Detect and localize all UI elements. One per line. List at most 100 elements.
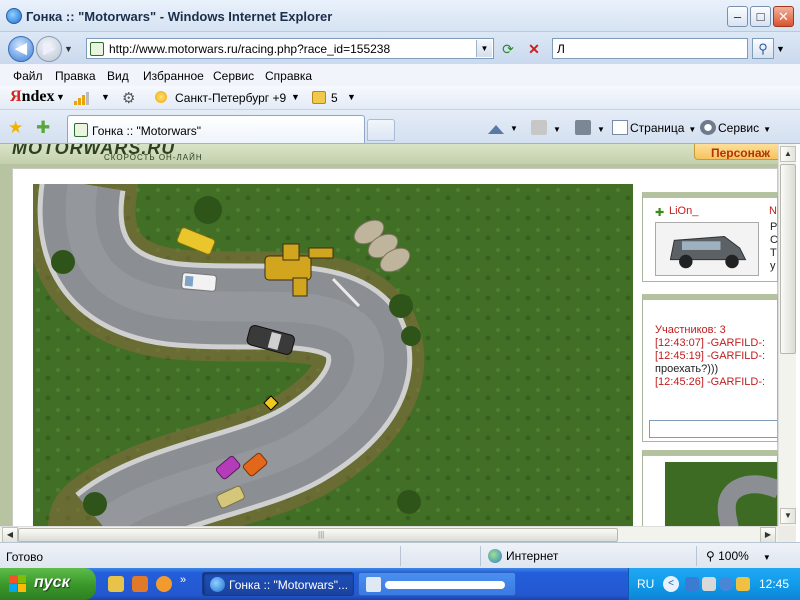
status-bar: Готово Интернет ⚲ 100% ▼ [0,542,800,568]
user-name[interactable]: LiOn_ [669,205,698,217]
quicklaunch-more-icon[interactable]: » [180,574,186,586]
search-input[interactable]: Л [552,38,748,59]
system-tray: RU < 12:45 [628,568,800,600]
recent-pages-dropdown-icon[interactable]: ▼ [64,44,73,54]
scroll-corner [778,526,796,542]
print-button[interactable]: ▼ [575,120,605,135]
scroll-up-icon[interactable]: ▲ [780,146,796,162]
scroll-right-icon[interactable]: ▶ [760,527,776,543]
tools-gear-icon [700,120,716,135]
zoom-level[interactable]: ⚲ 100% ▼ [706,549,771,563]
menu-favorites[interactable]: Избранное [143,69,204,83]
vertical-scrollbar[interactable]: ▲ ▼ [778,144,796,526]
close-button[interactable]: ✕ [773,6,794,27]
page-viewport[interactable]: MOTORWARS.RU СКОРОСТЬ ОН-ЛАЙН Персонаж ✚… [0,144,778,526]
user-car-image[interactable] [655,222,759,276]
security-zone[interactable]: Интернет [488,549,558,563]
language-indicator[interactable]: RU [637,577,654,591]
tray-info-icon[interactable] [719,577,733,591]
menu-bar: Файл Правка Вид Избранное Сервис Справка [0,64,800,86]
maximize-button[interactable]: □ [750,6,771,27]
chat-input[interactable] [649,420,777,438]
user-plus-icon[interactable]: ✚ [655,206,664,219]
home-button[interactable]: ▼ [488,120,518,134]
yandex-logo[interactable]: Яndex [10,88,54,106]
tab-label: Гонка :: "Motorwars" [92,124,202,138]
gear-icon[interactable]: ⚙ [122,89,135,107]
tray-power-icon[interactable] [736,577,750,591]
menu-help[interactable]: Справка [265,69,312,83]
clock: 12:45 [759,577,790,591]
menu-view[interactable]: Вид [107,69,129,83]
window-title: Гонка :: "Motorwars" - Windows Internet … [26,9,333,24]
scroll-left-icon[interactable]: ◀ [2,527,18,543]
user-card: ✚ LiOn_ N Р С Т у [642,192,778,282]
tray-expand-icon[interactable]: < [663,576,679,592]
tab-bar: ★ ✚ Гонка :: "Motorwars" ▼ ▼ ▼ Страница ▼… [0,110,800,144]
weather-text[interactable]: Санкт-Петербург +9 [175,91,286,105]
signal-bars-icon[interactable] [74,91,90,105]
search-options-dropdown-icon[interactable]: ▼ [776,44,785,54]
signal-dropdown-icon[interactable]: ▼ [101,92,110,102]
window-task-icon [366,577,381,592]
race-game-canvas[interactable] [33,184,633,526]
title-bar: Гонка :: "Motorwars" - Windows Internet … [0,0,800,32]
forward-button[interactable]: ▶ [36,36,62,62]
zoom-icon: ⚲ [706,549,719,563]
quicklaunch-firefox-icon[interactable] [132,576,148,592]
vertical-scroll-thumb[interactable] [780,164,796,354]
site-tagline: СКОРОСТЬ ОН-ЛАЙН [104,153,203,162]
back-button[interactable]: ◀ [8,36,34,62]
feeds-button[interactable]: ▼ [531,120,561,135]
user-flag-letter: N [769,205,777,217]
add-favorite-icon[interactable]: ✚ [36,118,50,138]
yandex-menu-dropdown-icon[interactable]: ▼ [56,92,65,102]
horizontal-scrollbar[interactable]: ◀ ||| ▶ [0,526,778,543]
quicklaunch-browser-icon[interactable] [156,576,172,592]
mail-icon[interactable] [312,91,326,104]
home-dropdown-icon: ▼ [510,124,518,133]
stop-button[interactable]: ✕ [524,40,544,58]
tools-menu-button[interactable]: Сервис ▼ [700,120,771,135]
page-menu-button[interactable]: Страница ▼ [612,120,696,135]
address-dropdown-icon[interactable]: ▼ [476,40,492,57]
tools-dropdown-icon: ▼ [763,125,772,134]
menu-tools[interactable]: Сервис [213,69,254,83]
chat-line: проехать?))) [655,363,719,375]
new-tab-button[interactable] [367,119,395,141]
chat-line: [12:43:07] -GARFILD-: [655,337,766,349]
track-minimap[interactable] [642,450,778,526]
minimize-button[interactable]: – [727,6,748,27]
start-button[interactable]: пуск [0,568,96,600]
refresh-button[interactable]: ⟳ [498,40,518,58]
chat-participants: Участников: 3 [655,324,726,336]
tray-network-icon[interactable] [685,577,699,591]
tab-motorwars[interactable]: Гонка :: "Motorwars" [67,115,365,143]
zoom-dropdown-icon: ▼ [762,553,771,562]
windows-logo-icon [9,575,27,593]
white-van [181,272,217,292]
address-field[interactable]: http://www.motorwars.ru/racing.php?race_… [86,38,494,59]
weather-sun-icon [155,91,167,103]
weather-dropdown-icon[interactable]: ▼ [291,92,300,102]
quicklaunch-app-icon[interactable] [108,576,124,592]
chat-line: [12:45:19] -GARFILD-: [655,350,766,362]
favorites-star-icon[interactable]: ★ [8,118,23,138]
search-icon[interactable]: ⚲ [752,38,774,59]
menu-edit[interactable]: Правка [55,69,96,83]
blurred-title [385,581,505,589]
chat-panel: Участников: 3 [12:43:07] -GARFILD-: [12:… [642,294,778,442]
yandex-toolbar: Яndex ▼ ▼ ⚙ Санкт-Петербург +9 ▼ 5 ▼ [0,86,800,110]
feeds-dropdown-icon: ▼ [553,125,561,134]
taskbar-ie-window[interactable]: Гонка :: "Motorwars"... [202,572,354,596]
mail-count[interactable]: 5 [331,91,338,105]
taskbar-other-window[interactable] [358,572,516,596]
minimap-image [643,456,777,526]
scroll-down-icon[interactable]: ▼ [780,508,796,524]
address-toolbar: ◀ ▶ ▼ http://www.motorwars.ru/racing.php… [0,32,800,64]
menu-file[interactable]: Файл [13,69,43,83]
tray-device-icon[interactable] [702,577,716,591]
personal-button[interactable]: Персонаж [694,144,778,160]
site-favicon-icon [90,42,104,56]
mail-dropdown-icon[interactable]: ▼ [347,92,356,102]
